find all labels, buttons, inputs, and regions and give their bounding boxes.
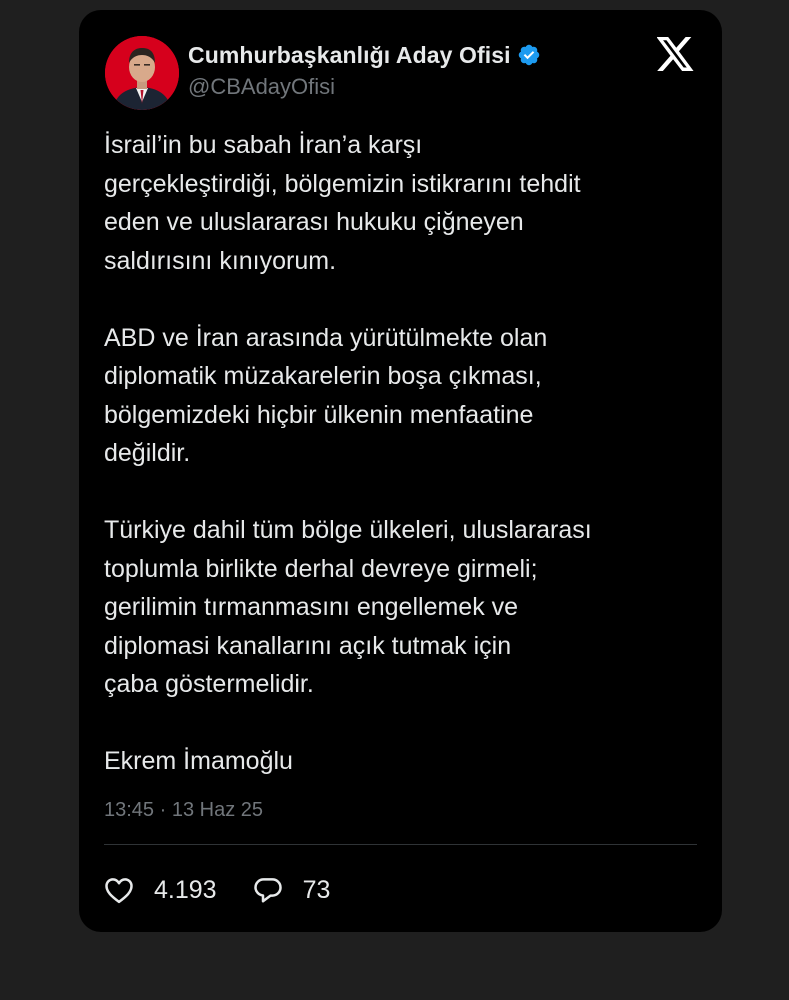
tweet-paragraph: Türkiye dahil tüm bölge ülkeleri, ulusla… [104, 516, 592, 698]
tweet-card: Cumhurbaşkanlığı Aday Ofisi @CBAdayOfisi… [79, 10, 722, 932]
reply-bubble-icon [253, 876, 283, 904]
reply-count: 73 [302, 875, 331, 904]
reply-button[interactable]: 73 [253, 875, 331, 905]
like-count: 4.193 [154, 875, 217, 904]
tweet-paragraph: İsrail’in bu sabah İran’a karşı gerçekle… [104, 131, 581, 275]
divider [104, 844, 697, 845]
avatar[interactable] [105, 36, 179, 110]
verified-badge-icon [517, 43, 541, 67]
tweet-signature: Ekrem İmamoğlu [104, 747, 293, 775]
display-name[interactable]: Cumhurbaşkanlığı Aday Ofisi [188, 42, 511, 69]
heart-icon [104, 876, 134, 904]
handle[interactable]: @CBAdayOfisi [188, 74, 335, 100]
tweet-paragraph: ABD ve İran arasında yürütülmekte olan d… [104, 323, 548, 468]
x-logo-icon[interactable] [656, 37, 695, 71]
like-button[interactable]: 4.193 [104, 876, 217, 905]
tweet-text: İsrail’in bu sabah İran’a karşı gerçekle… [104, 126, 714, 781]
author-name-row: Cumhurbaşkanlığı Aday Ofisi [188, 40, 541, 70]
action-bar: 4.193 73 [104, 872, 330, 908]
timestamp[interactable]: 13:45 · 13 Haz 25 [104, 799, 263, 822]
